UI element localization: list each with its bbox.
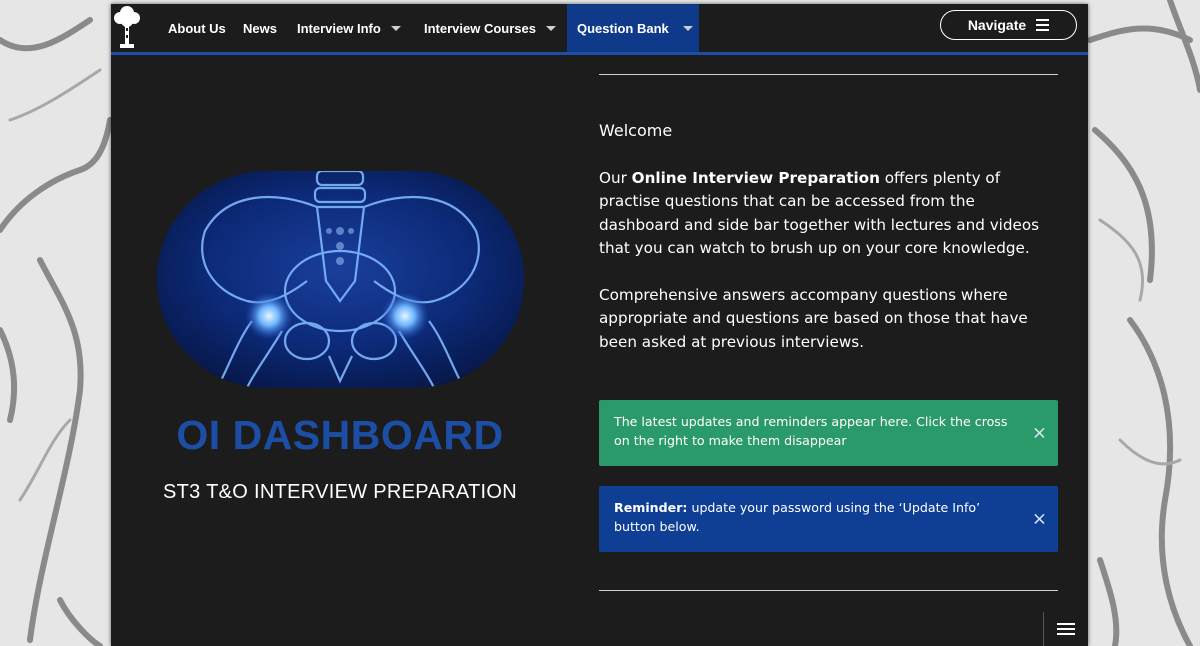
caret-down-icon <box>682 25 693 31</box>
updates-alert: The latest updates and reminders appear … <box>599 400 1058 466</box>
nav-interview-info-label: Interview Info <box>297 20 381 36</box>
nav-interview-info[interactable]: Interview Info <box>297 4 401 52</box>
reminder-alert-bold: Reminder: <box>614 500 688 515</box>
nav-news[interactable]: News <box>243 4 277 52</box>
nav-news-label: News <box>243 20 277 36</box>
welcome-heading: Welcome <box>599 121 673 140</box>
tree-logo-icon[interactable] <box>111 4 143 52</box>
close-icon[interactable]: × <box>1032 424 1047 443</box>
caret-down-icon <box>546 25 556 31</box>
intro-paragraph-2: Comprehensive answers accompany question… <box>599 286 1028 351</box>
sidebar-toggle-button[interactable] <box>1043 612 1088 646</box>
pelvis-xray-image <box>157 171 524 388</box>
nav-question-bank-label: Question Bank <box>577 20 669 36</box>
nav-question-bank[interactable]: Question Bank <box>567 4 699 52</box>
navigate-button-label: Navigate <box>967 17 1027 33</box>
nav-interview-courses-label: Interview Courses <box>424 20 536 36</box>
reminder-alert: Reminder: update your password using the… <box>599 486 1058 552</box>
navigate-button[interactable]: Navigate <box>940 10 1077 40</box>
dashboard-subtitle: ST3 T&O INTERVIEW PREPARATION <box>163 481 517 503</box>
main-page: About Us News Interview Info Interview C… <box>111 4 1088 646</box>
intro-para1-bold: Online Interview Preparation <box>631 169 880 187</box>
close-icon[interactable]: × <box>1032 510 1047 529</box>
menu-icon <box>1057 623 1075 635</box>
divider-bottom <box>599 590 1058 591</box>
dashboard-title: OI DASHBOARD <box>176 412 504 458</box>
menu-icon <box>1036 19 1050 31</box>
divider-top <box>599 74 1058 75</box>
intro-paragraph-1: Our Online Interview Preparation offers … <box>599 167 1059 261</box>
caret-down-icon <box>390 25 401 31</box>
nav-about-us[interactable]: About Us <box>168 4 226 52</box>
nav-about-us-label: About Us <box>168 20 226 36</box>
top-navbar: About Us News Interview Info Interview C… <box>111 4 1088 55</box>
updates-alert-text: The latest updates and reminders appear … <box>614 414 1008 448</box>
nav-interview-courses[interactable]: Interview Courses <box>424 4 556 52</box>
intro-para1-prefix: Our <box>599 169 632 187</box>
